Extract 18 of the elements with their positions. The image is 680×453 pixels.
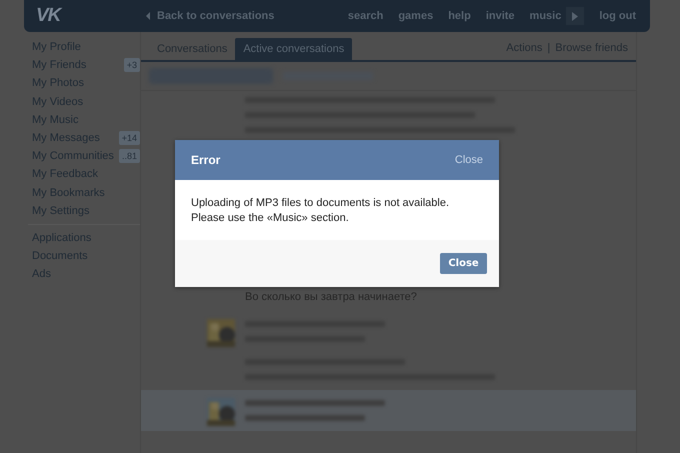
nav-link[interactable]: games: [398, 10, 434, 22]
tab[interactable]: Active conversations: [235, 38, 352, 60]
more-button[interactable]: [566, 7, 584, 25]
nav-link[interactable]: music: [530, 10, 562, 22]
close-button[interactable]: Close: [440, 253, 487, 274]
chevron-left-icon: [146, 12, 151, 20]
separator: |: [547, 42, 550, 54]
nav-link[interactable]: search: [348, 10, 384, 22]
play-arrow-icon: [572, 12, 578, 20]
logo[interactable]: VK: [36, 5, 146, 27]
dialog-title: Error: [191, 153, 220, 167]
logout-link[interactable]: log out: [599, 10, 636, 22]
error-message: Uploading of MP3 files to documents is not available.: [191, 196, 450, 211]
nav-link[interactable]: help: [448, 10, 471, 22]
error-message: Please use the «Music» section.: [191, 211, 350, 226]
close-link[interactable]: Close: [454, 154, 483, 166]
nav-link[interactable]: invite: [486, 10, 515, 22]
back-link[interactable]: Back to conversations: [146, 10, 274, 22]
